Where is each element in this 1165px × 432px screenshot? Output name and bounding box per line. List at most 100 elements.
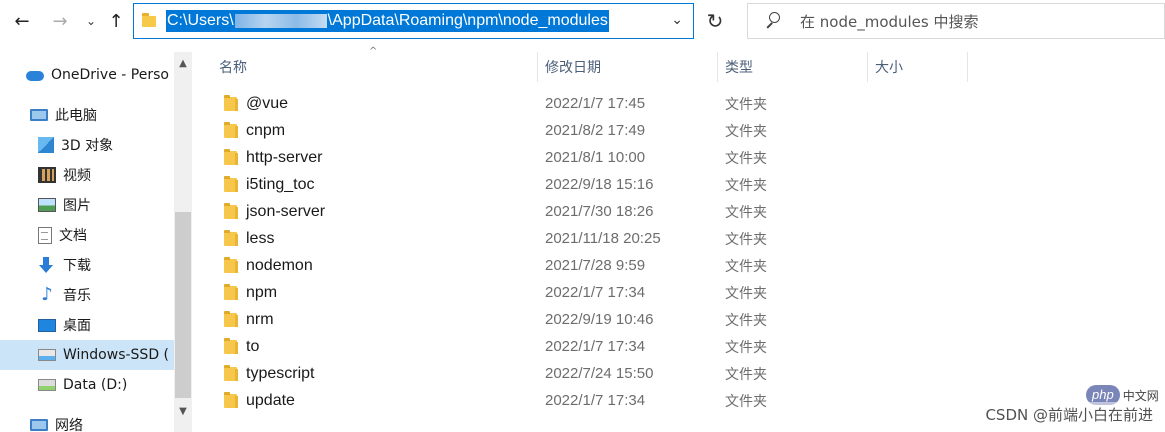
- sidebar-item-label: OneDrive - Perso: [51, 67, 169, 83]
- file-name: to: [246, 337, 260, 355]
- sidebar-item-windows-ssd[interactable]: Windows-SSD (: [0, 340, 174, 370]
- documents-icon: [38, 226, 52, 244]
- table-row[interactable]: nrm 2022/9/19 10:46 文件夹: [216, 306, 1146, 333]
- sidebar-item-label: 下载: [63, 258, 91, 274]
- table-row[interactable]: typescript 2022/7/24 15:50 文件夹: [216, 360, 1146, 387]
- column-divider[interactable]: [967, 52, 968, 82]
- sidebar-item-videos[interactable]: 视频: [38, 160, 174, 190]
- sidebar-item-label: 此电脑: [55, 108, 97, 124]
- file-type: 文件夹: [725, 177, 767, 194]
- file-type: 文件夹: [725, 258, 767, 275]
- chevron-down-icon: ⌄: [85, 14, 97, 28]
- table-row[interactable]: nodemon 2021/7/28 9:59 文件夹: [216, 252, 1146, 279]
- sidebar-item-network[interactable]: 网络: [30, 410, 174, 432]
- file-type: 文件夹: [725, 204, 767, 221]
- sidebar-item-data-drive[interactable]: Data (D:): [38, 370, 174, 400]
- folder-icon: [224, 392, 238, 408]
- file-type: 文件夹: [725, 285, 767, 302]
- data-drive-icon: [38, 379, 56, 391]
- file-name: typescript: [246, 364, 315, 382]
- sidebar-item-this-pc[interactable]: 此电脑: [30, 100, 174, 130]
- column-divider[interactable]: [867, 52, 868, 82]
- sidebar-item-music[interactable]: ♪ 音乐: [38, 280, 174, 310]
- search-box[interactable]: 在 node_modules 中搜索: [747, 3, 1165, 39]
- scroll-down-icon[interactable]: ▼: [174, 402, 192, 420]
- file-name: @vue: [246, 94, 289, 112]
- file-type: 文件夹: [725, 366, 767, 383]
- sidebar-item-pictures[interactable]: 图片: [38, 190, 174, 220]
- file-modified: 2022/1/7 17:34: [545, 392, 646, 409]
- sidebar-item-label: 桌面: [63, 318, 91, 334]
- network-icon: [30, 419, 48, 431]
- folder-icon: [224, 257, 238, 273]
- downloads-icon: [38, 257, 56, 273]
- sidebar-item-onedrive[interactable]: OneDrive - Perso: [26, 60, 174, 90]
- table-row[interactable]: less 2021/11/18 20:25 文件夹: [216, 225, 1146, 252]
- sidebar-item-label: 网络: [55, 418, 83, 432]
- sidebar-item-documents[interactable]: 文档: [38, 220, 174, 250]
- sidebar-item-downloads[interactable]: 下载: [38, 250, 174, 280]
- file-type: 文件夹: [725, 312, 767, 329]
- sidebar-item-label: 音乐: [63, 288, 91, 304]
- file-modified: 2021/8/1 10:00: [545, 149, 646, 166]
- forward-button[interactable]: →: [46, 8, 74, 34]
- file-modified: 2022/9/18 15:16: [545, 176, 654, 193]
- table-row[interactable]: i5ting_toc 2022/9/18 15:16 文件夹: [216, 171, 1146, 198]
- sidebar-item-3d-objects[interactable]: 3D 对象: [38, 130, 174, 160]
- column-header-size[interactable]: 大小: [875, 52, 903, 82]
- file-name: less: [246, 229, 275, 247]
- column-divider[interactable]: [717, 52, 718, 82]
- column-divider[interactable]: [537, 52, 538, 82]
- refresh-button[interactable]: ↻: [700, 5, 730, 37]
- column-header-type[interactable]: 类型: [725, 52, 753, 82]
- recent-locations-button[interactable]: ⌄: [82, 8, 100, 34]
- table-row[interactable]: http-server 2021/8/1 10:00 文件夹: [216, 144, 1146, 171]
- file-name: http-server: [246, 148, 323, 166]
- file-modified: 2022/1/7 17:45: [545, 95, 646, 112]
- file-modified: 2022/9/19 10:46: [545, 311, 654, 328]
- table-row[interactable]: to 2022/1/7 17:34 文件夹: [216, 333, 1146, 360]
- folder-icon: [224, 122, 238, 138]
- back-button[interactable]: ←: [8, 8, 36, 34]
- folder-icon: [224, 284, 238, 300]
- sidebar-item-label: 3D 对象: [61, 138, 114, 154]
- sidebar-item-desktop[interactable]: 桌面: [38, 310, 174, 340]
- file-modified: 2021/7/28 9:59: [545, 257, 646, 274]
- sidebar-item-label: Windows-SSD (: [63, 347, 170, 363]
- address-path-prefix: C:\Users\: [167, 12, 234, 29]
- sort-ascending-icon: ^: [369, 46, 378, 57]
- column-header-modified[interactable]: 修改日期: [545, 52, 601, 82]
- address-bar[interactable]: C:\Users\ \AppData\Roaming\npm\node_modul…: [133, 3, 694, 39]
- folder-icon: [224, 365, 238, 381]
- folder-icon: [224, 203, 238, 219]
- file-name: json-server: [246, 202, 326, 220]
- up-button[interactable]: ↑: [103, 8, 129, 34]
- column-header-name[interactable]: 名称: [219, 52, 247, 82]
- file-type: 文件夹: [725, 150, 767, 167]
- scrollbar-thumb[interactable]: [175, 212, 191, 398]
- navigation-scrollbar[interactable]: ▲ ▼: [174, 52, 192, 432]
- address-path[interactable]: C:\Users\ \AppData\Roaming\npm\node_modul…: [166, 10, 609, 32]
- address-dropdown-button[interactable]: ⌄: [671, 12, 683, 28]
- file-type: 文件夹: [725, 96, 767, 113]
- sidebar-item-label: 视频: [63, 168, 91, 184]
- file-modified: 2021/7/30 18:26: [545, 203, 654, 220]
- onedrive-cloud-icon: [26, 71, 44, 81]
- search-icon: [762, 10, 784, 32]
- redacted-username: [234, 13, 327, 28]
- scroll-up-icon[interactable]: ▲: [174, 54, 192, 72]
- navigation-pane: OneDrive - Perso 此电脑 3D 对象 视频 图片 文档 下载 ♪…: [0, 52, 174, 432]
- table-row[interactable]: @vue 2022/1/7 17:45 文件夹: [216, 90, 1146, 117]
- folder-icon: [224, 149, 238, 165]
- address-toolbar: ← → ⌄ ↑ C:\Users\ \AppData\Roaming\npm\no…: [0, 0, 1165, 42]
- folder-icon: [142, 12, 156, 27]
- arrow-up-icon: ↑: [108, 10, 124, 32]
- search-placeholder: 在 node_modules 中搜索: [800, 12, 979, 31]
- file-type: 文件夹: [725, 123, 767, 140]
- table-row[interactable]: cnpm 2021/8/2 17:49 文件夹: [216, 117, 1146, 144]
- file-name: i5ting_toc: [246, 175, 315, 193]
- folder-icon: [224, 338, 238, 354]
- table-row[interactable]: npm 2022/1/7 17:34 文件夹: [216, 279, 1146, 306]
- table-row[interactable]: json-server 2021/7/30 18:26 文件夹: [216, 198, 1146, 225]
- sidebar-item-label: Data (D:): [63, 377, 128, 393]
